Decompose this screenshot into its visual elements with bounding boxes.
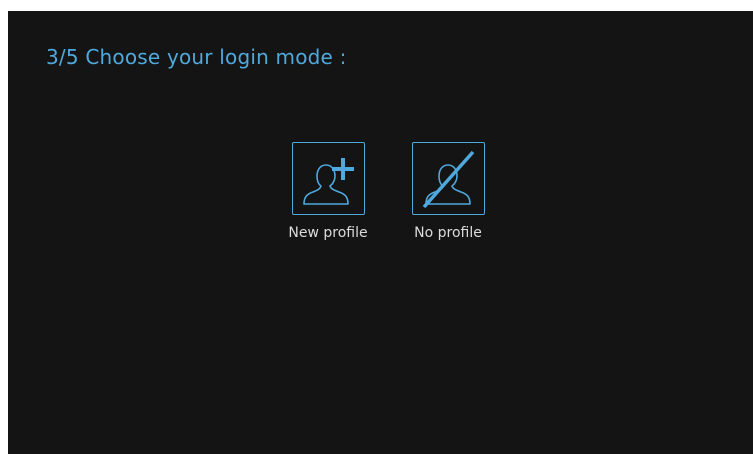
new-profile-label: New profile <box>288 225 368 241</box>
new-profile-option[interactable]: New profile <box>273 142 383 241</box>
page-title: 3/5 Choose your login mode : <box>46 45 347 69</box>
login-mode-screen: 3/5 Choose your login mode : New profile <box>8 11 753 454</box>
new-profile-button[interactable] <box>291 142 365 215</box>
user-add-icon <box>303 157 354 205</box>
no-profile-option[interactable]: No profile <box>393 142 503 241</box>
no-profile-label: No profile <box>414 225 482 241</box>
no-profile-button[interactable] <box>411 142 485 215</box>
user-disabled-icon <box>422 150 475 208</box>
